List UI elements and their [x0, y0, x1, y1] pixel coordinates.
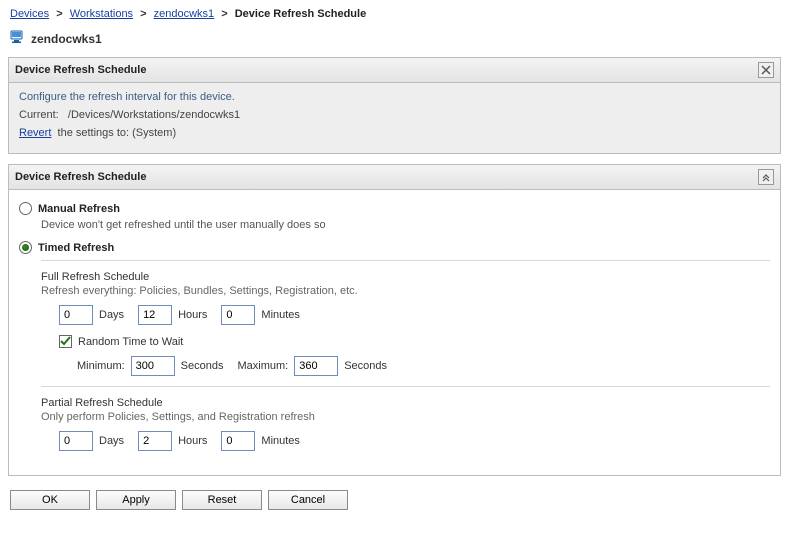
close-icon[interactable] [758, 62, 774, 78]
apply-button[interactable]: Apply [96, 490, 176, 510]
timed-refresh-label: Timed Refresh [38, 242, 114, 254]
min-unit: Seconds [181, 360, 224, 372]
partial-refresh-section: Partial Refresh Schedule Only perform Po… [41, 397, 770, 451]
ok-button[interactable]: OK [10, 490, 90, 510]
days-label: Days [99, 435, 124, 447]
override-revert-row: Revert the settings to: (System) [19, 127, 770, 139]
breadcrumb-device[interactable]: zendocwks1 [154, 8, 215, 20]
max-label: Maximum: [237, 360, 288, 372]
schedule-panel-header: Device Refresh Schedule [9, 165, 780, 190]
timed-refresh-option[interactable]: Timed Refresh [19, 241, 770, 254]
collapse-icon[interactable] [758, 169, 774, 185]
cancel-button[interactable]: Cancel [268, 490, 348, 510]
schedule-panel: Device Refresh Schedule Manual Refresh D… [8, 164, 781, 476]
partial-days-input[interactable] [59, 431, 93, 451]
breadcrumb: Devices > Workstations > zendocwks1 > De… [10, 8, 781, 20]
radio-icon[interactable] [19, 241, 32, 254]
breadcrumb-devices[interactable]: Devices [10, 8, 49, 20]
full-minutes-input[interactable] [221, 305, 255, 325]
device-title: zendocwks1 [10, 30, 781, 47]
manual-refresh-option[interactable]: Manual Refresh [19, 202, 770, 215]
revert-link[interactable]: Revert [19, 127, 51, 139]
override-panel-title: Device Refresh Schedule [15, 64, 146, 76]
override-panel-header: Device Refresh Schedule [9, 58, 780, 83]
minutes-label: Minutes [261, 435, 300, 447]
breadcrumb-sep: > [56, 8, 62, 20]
full-refresh-fields: Days Hours Minutes [59, 305, 770, 325]
random-wait-fields: Minimum: Seconds Maximum: Seconds [77, 356, 770, 376]
divider [41, 386, 770, 387]
breadcrumb-current: Device Refresh Schedule [235, 8, 366, 20]
hours-label: Hours [178, 309, 207, 321]
max-unit: Seconds [344, 360, 387, 372]
breadcrumb-sep: > [140, 8, 146, 20]
override-panel-body: Configure the refresh interval for this … [9, 83, 780, 153]
reset-button[interactable]: Reset [182, 490, 262, 510]
max-seconds-input[interactable] [294, 356, 338, 376]
divider [41, 260, 770, 261]
hours-label: Hours [178, 435, 207, 447]
manual-refresh-label: Manual Refresh [38, 203, 120, 215]
override-current-path: /Devices/Workstations/zendocwks1 [68, 109, 240, 121]
partial-minutes-input[interactable] [221, 431, 255, 451]
breadcrumb-sep: > [221, 8, 227, 20]
partial-refresh-fields: Days Hours Minutes [59, 431, 770, 451]
schedule-panel-title: Device Refresh Schedule [15, 171, 146, 183]
manual-refresh-desc: Device won't get refreshed until the use… [41, 219, 770, 231]
override-panel: Device Refresh Schedule Configure the re… [8, 57, 781, 154]
partial-hours-input[interactable] [138, 431, 172, 451]
breadcrumb-workstations[interactable]: Workstations [70, 8, 133, 20]
override-description: Configure the refresh interval for this … [19, 91, 770, 103]
min-label: Minimum: [77, 360, 125, 372]
radio-icon[interactable] [19, 202, 32, 215]
partial-refresh-title: Partial Refresh Schedule [41, 397, 770, 409]
full-refresh-title: Full Refresh Schedule [41, 271, 770, 283]
random-wait-row: Random Time to Wait [59, 335, 770, 348]
override-current-row: Current: /Devices/Workstations/zendocwks… [19, 109, 770, 121]
device-name: zendocwks1 [31, 32, 102, 46]
override-current-label: Current: [19, 109, 59, 121]
random-wait-label: Random Time to Wait [78, 336, 183, 348]
random-wait-checkbox[interactable] [59, 335, 72, 348]
schedule-panel-body: Manual Refresh Device won't get refreshe… [9, 190, 780, 475]
button-bar: OK Apply Reset Cancel [8, 490, 781, 510]
full-days-input[interactable] [59, 305, 93, 325]
days-label: Days [99, 309, 124, 321]
full-refresh-sub: Refresh everything: Policies, Bundles, S… [41, 285, 770, 297]
minutes-label: Minutes [261, 309, 300, 321]
workstation-icon [10, 30, 31, 47]
min-seconds-input[interactable] [131, 356, 175, 376]
partial-refresh-sub: Only perform Policies, Settings, and Reg… [41, 411, 770, 423]
full-hours-input[interactable] [138, 305, 172, 325]
revert-text-value: the settings to: (System) [58, 127, 177, 139]
full-refresh-section: Full Refresh Schedule Refresh everything… [41, 271, 770, 376]
